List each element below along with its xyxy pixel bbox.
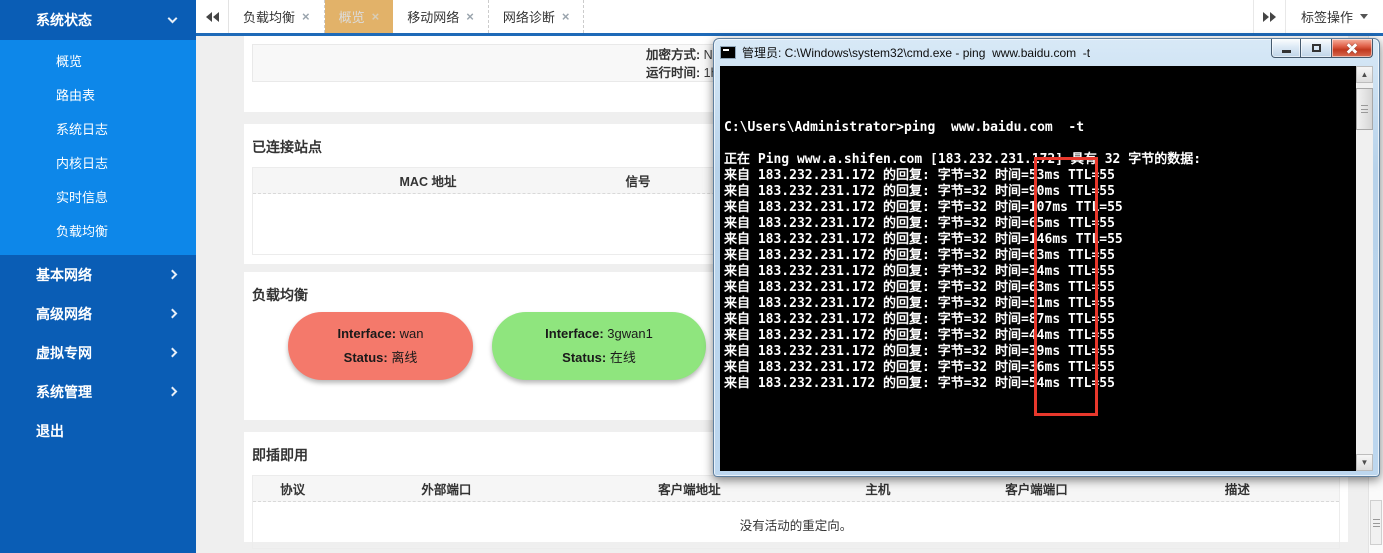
column-header: 客户端端口 — [937, 479, 1135, 498]
table-header-row: 协议外部端口客户端地址主机客户端端口描述 — [253, 476, 1339, 502]
column-header: 外部端口 — [332, 479, 560, 498]
sidebar-subitem[interactable]: 负载均衡 — [0, 215, 196, 249]
sidebar-subitem-label: 概览 — [56, 54, 82, 69]
tabbar-spacer — [584, 0, 1253, 33]
minimize-icon — [1282, 50, 1291, 53]
tab-overview[interactable]: 概览 × — [325, 0, 394, 33]
column-header: 主机 — [818, 479, 937, 498]
tab-load-balance[interactable]: 负载均衡 × — [229, 0, 325, 33]
chevron-down-icon — [168, 14, 178, 24]
maximize-icon — [1312, 44, 1321, 52]
column-header: MAC 地址 — [253, 171, 603, 190]
ping-time-highlight-rectangle — [1034, 157, 1098, 416]
encryption-row: 加密方式: NO — [646, 46, 722, 64]
tab-label: 移动网络 — [407, 7, 459, 26]
upnp-table: 协议外部端口客户端地址主机客户端端口描述 没有活动的重定向。 — [252, 475, 1340, 549]
tab-label: 负载均衡 — [243, 7, 295, 26]
sidebar-subitem-label: 内核日志 — [56, 156, 108, 171]
encryption-label: 加密方式: — [646, 48, 700, 62]
scroll-up-arrow-icon[interactable]: ▲ — [1356, 66, 1373, 83]
tab-label: 概览 — [339, 7, 365, 26]
double-left-arrow-icon — [206, 12, 212, 22]
chevron-right-icon — [168, 387, 178, 397]
sidebar-section-label: 系统状态 — [36, 10, 92, 30]
chevron-right-icon — [168, 270, 178, 280]
cmd-window-title: 管理员: C:\Windows\system32\cmd.exe - ping … — [742, 44, 1090, 61]
column-header: 协议 — [253, 479, 332, 498]
exit-label: 退出 — [36, 421, 64, 441]
console-output[interactable]: C:\Users\Administrator>ping www.baidu.co… — [720, 66, 1373, 471]
close-icon[interactable]: × — [302, 9, 310, 24]
close-icon[interactable]: × — [372, 9, 380, 24]
sidebar-section-label: 基本网络 — [36, 265, 92, 285]
sidebar-subitem[interactable]: 实时信息 — [0, 181, 196, 215]
pill-status-row: Status: 离线 — [344, 347, 418, 366]
sidebar-section[interactable]: 虚拟专网 — [0, 333, 196, 372]
column-header: 信号 — [603, 171, 673, 190]
close-icon[interactable]: × — [466, 9, 474, 24]
table-empty-message: 没有活动的重定向。 — [253, 502, 1339, 548]
window-controls — [1271, 39, 1373, 58]
sidebar-subitem[interactable]: 概览 — [0, 45, 196, 79]
sidebar-item-exit[interactable]: 退出 — [0, 411, 196, 450]
sidebar-subitem[interactable]: 系统日志 — [0, 113, 196, 147]
sidebar-section-label: 系统管理 — [36, 382, 92, 402]
sidebar-section[interactable]: 基本网络 — [0, 255, 196, 294]
uptime-label: 运行时间: — [646, 66, 700, 80]
tab-scroll-right-button[interactable] — [1253, 0, 1286, 33]
sidebar-subitem-label: 实时信息 — [56, 190, 108, 205]
tab-scroll-left-button[interactable] — [196, 0, 229, 33]
tab-operations-label: 标签操作 — [1301, 7, 1353, 26]
pill-status-row: Status: 在线 — [562, 347, 636, 366]
uptime-row: 运行时间: 1h — [646, 64, 722, 82]
tab-label: 网络诊断 — [503, 7, 555, 26]
sidebar-section[interactable]: 系统管理 — [0, 372, 196, 411]
tab-bar: 负载均衡 × 概览 × 移动网络 × 网络诊断 × 标签操作 — [196, 0, 1383, 36]
sidebar-section[interactable]: 高级网络 — [0, 294, 196, 333]
sidebar-sections: 基本网络 高级网络 虚拟专网 系统管理 — [0, 255, 196, 411]
sidebar-section-system-status[interactable]: 系统状态 — [0, 0, 196, 40]
tab-network-diagnostics[interactable]: 网络诊断 × — [489, 0, 585, 33]
sidebar-subitem[interactable]: 路由表 — [0, 79, 196, 113]
scrollbar-grip-icon — [1361, 105, 1368, 113]
scroll-down-arrow-icon[interactable]: ▼ — [1356, 454, 1373, 471]
wifi-info-lines: 加密方式: NO 运行时间: 1h — [646, 46, 722, 82]
pill-interface-row: Interface: 3gwan1 — [545, 326, 653, 341]
minimize-button[interactable] — [1271, 39, 1301, 58]
router-admin-page: 系统状态 概览 路由表 系统日志 内核日志 — [0, 0, 1383, 553]
scrollbar-grip-icon — [1373, 519, 1380, 527]
caret-down-icon — [1360, 14, 1368, 19]
chevron-right-icon — [168, 348, 178, 358]
sidebar-section-label: 虚拟专网 — [36, 343, 92, 363]
sidebar-subitem[interactable]: 内核日志 — [0, 147, 196, 181]
sidebar: 系统状态 概览 路由表 系统日志 内核日志 — [0, 0, 196, 553]
console-line: C:\Users\Administrator>ping www.baidu.co… — [724, 120, 1355, 136]
interface-status-pill-wan: Interface: wan Status: 离线 — [288, 312, 473, 380]
close-button[interactable] — [1331, 39, 1373, 58]
console-line — [724, 136, 1355, 152]
cmd-icon — [720, 46, 736, 59]
tab-operations-dropdown[interactable]: 标签操作 — [1286, 0, 1383, 33]
sidebar-subitem-label: 路由表 — [56, 88, 95, 103]
interface-status-pill-3gwan1: Interface: 3gwan1 Status: 在线 — [492, 312, 706, 380]
maximize-button[interactable] — [1301, 39, 1331, 58]
chevron-right-icon — [168, 309, 178, 319]
sidebar-subitem-label: 负载均衡 — [56, 224, 108, 239]
cmd-window[interactable]: 管理员: C:\Windows\system32\cmd.exe - ping … — [713, 38, 1380, 477]
column-header: 客户端地址 — [560, 479, 818, 498]
column-header: 描述 — [1136, 479, 1339, 498]
sidebar-subitem-label: 系统日志 — [56, 122, 108, 137]
close-icon[interactable]: × — [562, 9, 570, 24]
double-right-arrow-icon — [1263, 12, 1269, 22]
tab-mobile-network[interactable]: 移动网络 × — [393, 0, 489, 33]
console-scrollbar[interactable]: ▲ ▼ — [1356, 66, 1373, 471]
sidebar-submenu: 概览 路由表 系统日志 内核日志 实时信息 负载均 — [0, 40, 196, 255]
pill-interface-row: Interface: wan — [338, 326, 424, 341]
page-scrollbar-thumb[interactable] — [1370, 500, 1382, 545]
close-icon — [1346, 42, 1358, 54]
sidebar-section-label: 高级网络 — [36, 304, 92, 324]
console-scrollbar-thumb[interactable] — [1356, 88, 1373, 130]
